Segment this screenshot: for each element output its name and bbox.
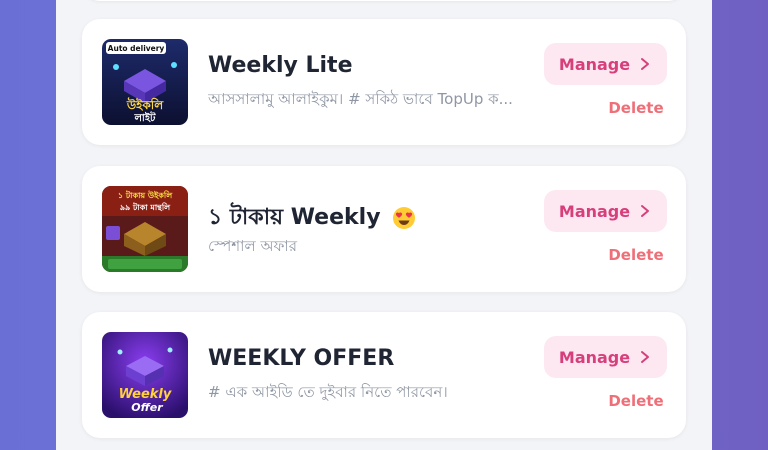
delete-button[interactable]: Delete xyxy=(602,392,670,410)
chevron-right-icon xyxy=(641,58,650,70)
thumb-caption: উইকলি xyxy=(126,97,164,112)
thumb-caption: Weekly xyxy=(119,387,172,402)
offer-title-text: WEEKLY OFFER xyxy=(208,346,395,371)
chevron-right-icon xyxy=(641,205,650,217)
thumb-caption: ১ টাকায় উইকলি xyxy=(118,189,173,200)
manage-button-label: Manage xyxy=(558,54,631,74)
manage-button[interactable]: Manage xyxy=(544,43,667,85)
offer-thumbnail: Auto delivery উইকলি লাইট xyxy=(102,39,188,125)
thumb-caption: ৯৯ টাকা মান্থলি xyxy=(120,201,171,212)
thumb-caption: লাইট xyxy=(133,110,156,124)
offer-description: # এক আইডি তে দুইবার নিতে পারবেন। xyxy=(208,383,448,401)
chevron-right-icon xyxy=(641,351,650,363)
manage-button[interactable]: Manage xyxy=(544,190,667,232)
thumb-caption: Offer xyxy=(131,401,163,414)
weekly-offer-thumbnail-icon: Weekly Offer xyxy=(102,332,188,418)
offer-card: Weekly Offer WEEKLY OFFER # এক আইডি তে দ… xyxy=(82,312,686,438)
offer-title: WEEKLY OFFER xyxy=(208,346,394,371)
delete-button[interactable]: Delete xyxy=(602,246,670,264)
previous-offer-card xyxy=(82,0,686,1)
one-taka-weekly-thumbnail-icon: ১ টাকায় উইকলি ৯৯ টাকা মান্থলি xyxy=(102,186,188,272)
manage-button-label: Manage xyxy=(558,347,631,367)
thumb-badge: Auto delivery xyxy=(108,44,165,53)
offer-title-text: ১ টাকায় Weekly xyxy=(208,205,381,230)
manage-button[interactable]: Manage xyxy=(544,336,667,378)
offer-title: Weekly Lite xyxy=(208,53,353,78)
offer-thumbnail: Weekly Offer xyxy=(102,332,188,418)
manage-button-label: Manage xyxy=(558,201,631,221)
offer-title-text: Weekly Lite xyxy=(208,53,353,78)
offer-title: ১ টাকায় Weekly xyxy=(208,200,416,237)
heart-eyes-emoji-icon xyxy=(393,207,416,229)
offer-description: আসসালামু আলাইকুম। # সকিঠ ভাবে TopUp ক... xyxy=(208,90,513,108)
weekly-lite-thumbnail-icon: Auto delivery উইকলি লাইট xyxy=(102,39,188,125)
offer-card: Auto delivery উইকলি লাইট Weekly Lite আসস… xyxy=(82,19,686,145)
offer-thumbnail: ১ টাকায় উইকলি ৯৯ টাকা মান্থলি xyxy=(102,186,188,272)
offer-card: ১ টাকায় উইকলি ৯৯ টাকা মান্থলি ১ টাকায় … xyxy=(82,166,686,292)
delete-button[interactable]: Delete xyxy=(602,99,670,117)
offer-description: স্পেশাল অফার xyxy=(208,237,298,255)
